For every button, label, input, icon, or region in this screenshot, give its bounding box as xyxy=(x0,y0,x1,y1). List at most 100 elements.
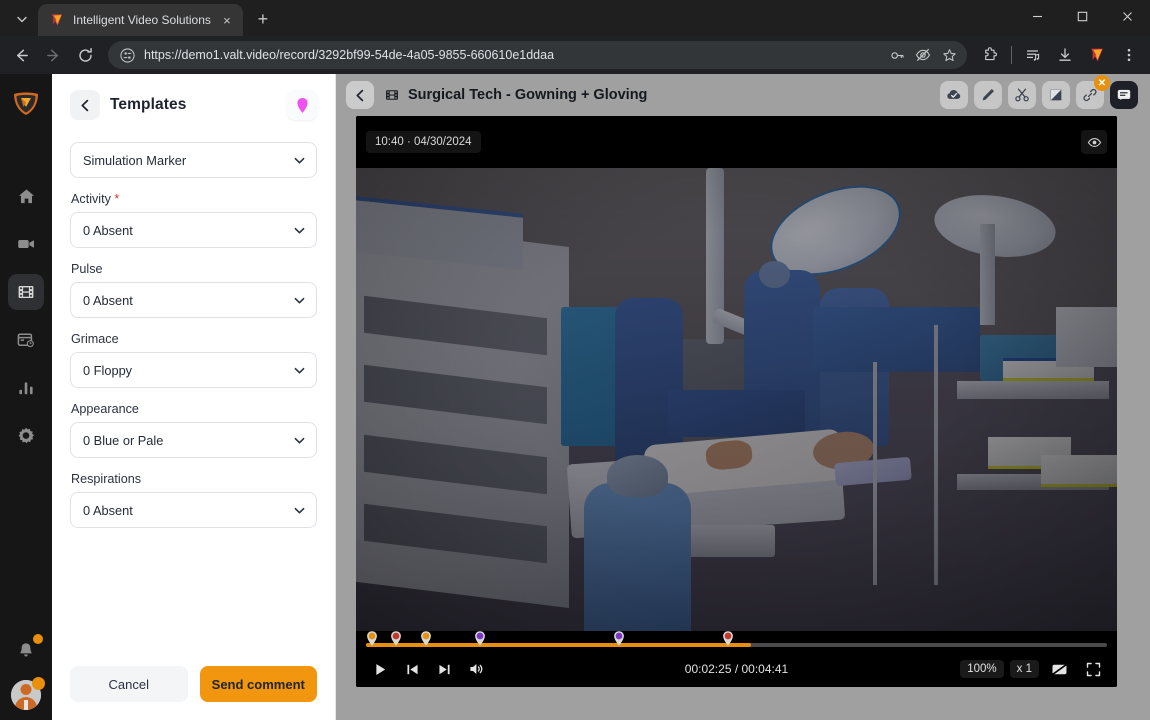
playback-speed[interactable]: x 1 xyxy=(1009,660,1039,678)
timeline-marker-pin[interactable] xyxy=(721,630,736,650)
controls-right: 100% x 1 xyxy=(960,657,1107,681)
reading-list-icon[interactable] xyxy=(1018,40,1048,70)
maximize-button[interactable] xyxy=(1060,0,1105,32)
scissors-icon[interactable] xyxy=(1008,81,1036,109)
zoom-level[interactable]: 100% xyxy=(960,660,1004,678)
sidebar-item-scheduling[interactable] xyxy=(8,322,44,358)
chevron-down-icon xyxy=(293,434,306,447)
sidebar-item-analytics[interactable] xyxy=(8,370,44,406)
fullscreen-icon[interactable] xyxy=(1079,657,1107,681)
three-dot-menu-icon[interactable] xyxy=(1114,40,1144,70)
recording-title: Surgical Tech - Gowning + Gloving xyxy=(384,87,647,103)
viewer-back-button[interactable] xyxy=(346,81,374,109)
field-select-grimace[interactable]: 0 Floppy xyxy=(70,352,317,388)
send-comment-button[interactable]: Send comment xyxy=(199,666,317,702)
eye-slash-icon[interactable] xyxy=(911,43,935,67)
forward-arrow-icon[interactable] xyxy=(38,40,68,70)
volume-icon xyxy=(470,664,483,674)
link-status-badge: ✕ xyxy=(1094,75,1110,91)
browser-window: Intelligent Video Solutions × + https://… xyxy=(0,0,1150,720)
pen-icon[interactable] xyxy=(974,81,1002,109)
map-pin-marker-icon[interactable] xyxy=(287,90,317,120)
flag-tag-icon[interactable] xyxy=(1042,81,1070,109)
downloads-icon[interactable] xyxy=(1050,40,1080,70)
new-tab-button[interactable]: + xyxy=(249,5,277,33)
field-select-respirations[interactable]: 0 Absent xyxy=(70,492,317,528)
next-marker-button[interactable] xyxy=(430,657,458,681)
play-icon xyxy=(375,663,385,675)
sidebar-item-settings[interactable] xyxy=(8,418,44,454)
reload-icon[interactable] xyxy=(70,40,100,70)
timeline-marker-pin[interactable] xyxy=(473,630,488,650)
sidebar-item-live[interactable] xyxy=(8,226,44,262)
player-wrapper: 10:40 · 04/30/2024 00:02:25 / 00:04:41 1… xyxy=(336,116,1150,720)
home-icon xyxy=(18,188,34,203)
play-button[interactable] xyxy=(366,657,394,681)
sidebar-item-recordings[interactable] xyxy=(8,274,44,310)
template-select[interactable]: Simulation Marker xyxy=(70,142,317,178)
skip-next-icon xyxy=(438,664,450,674)
browser-tab[interactable]: Intelligent Video Solutions × xyxy=(38,4,243,36)
recording-title-text: Surgical Tech - Gowning + Gloving xyxy=(408,87,648,103)
field-value-activity: 0 Absent xyxy=(83,222,133,238)
timeline[interactable] xyxy=(356,631,1117,651)
link-icon[interactable]: ✕ xyxy=(1076,75,1110,109)
chevron-down-icon xyxy=(293,154,306,167)
bookmark-star-icon[interactable] xyxy=(937,43,961,67)
omnibox[interactable]: https://demo1.valt.video/record/3292bf99… xyxy=(108,41,967,69)
tab-title: Intelligent Video Solutions xyxy=(73,13,211,27)
profile-logo-icon[interactable] xyxy=(1082,40,1112,70)
chevron-down-icon xyxy=(293,504,306,517)
scene-vignette xyxy=(356,168,1117,631)
back-arrow-icon[interactable] xyxy=(6,40,36,70)
skip-previous-icon xyxy=(406,664,418,674)
volume-button[interactable] xyxy=(462,657,490,681)
field-select-activity[interactable]: 0 Absent xyxy=(70,212,317,248)
previous-marker-button[interactable] xyxy=(398,657,426,681)
gear-icon xyxy=(18,427,34,444)
templates-panel: Templates Simulation Marker Activity * 0… xyxy=(52,74,336,720)
eye-icon[interactable] xyxy=(1081,130,1107,154)
extensions-puzzle-icon[interactable] xyxy=(975,40,1005,70)
video-player: 10:40 · 04/30/2024 00:02:25 / 00:04:41 1… xyxy=(356,116,1117,687)
app-sidebar xyxy=(0,74,52,720)
field-label-grimace: Grimace xyxy=(71,332,119,346)
comment-icon[interactable] xyxy=(1110,81,1138,109)
close-icon[interactable]: × xyxy=(219,12,235,28)
field-value-pulse: 0 Absent xyxy=(83,292,133,308)
cancel-button[interactable]: Cancel xyxy=(70,666,188,702)
video-timestamp: 10:40 · 04/30/2024 xyxy=(366,131,481,153)
page-content: Templates Simulation Marker Activity * 0… xyxy=(0,74,1150,720)
browser-toolbar: https://demo1.valt.video/record/3292bf99… xyxy=(0,36,1150,74)
calendar-clock-icon xyxy=(17,333,34,348)
timeline-marker-pin[interactable] xyxy=(419,630,434,650)
avatar[interactable] xyxy=(11,677,45,710)
ivs-logo-icon xyxy=(49,12,65,28)
address-bar-url[interactable]: https://demo1.valt.video/record/3292bf99… xyxy=(144,48,877,62)
field-label-respirations: Respirations xyxy=(71,472,141,486)
field-select-pulse[interactable]: 0 Absent xyxy=(70,282,317,318)
minimize-button[interactable] xyxy=(1015,0,1060,32)
chevron-left-icon xyxy=(80,99,88,111)
password-key-icon[interactable] xyxy=(885,43,909,67)
bell-icon xyxy=(20,643,32,657)
video-frame[interactable] xyxy=(356,168,1117,631)
field-label-activity: Activity * xyxy=(71,192,120,206)
sidebar-item-home[interactable] xyxy=(8,178,44,214)
required-asterisk: * xyxy=(114,192,120,206)
field-select-appearance[interactable]: 0 Blue or Pale xyxy=(70,422,317,458)
tab-search-button[interactable] xyxy=(8,6,36,32)
timeline-marker-pin[interactable] xyxy=(611,630,626,650)
close-window-button[interactable] xyxy=(1105,0,1150,32)
timeline-marker-pin[interactable] xyxy=(389,630,404,650)
panel-back-button[interactable] xyxy=(70,90,100,120)
timeline-marker-pin[interactable] xyxy=(365,630,380,650)
sidebar-item-notifications[interactable] xyxy=(8,632,44,668)
captions-off-icon[interactable] xyxy=(1045,657,1073,681)
cloud-check-icon[interactable] xyxy=(940,81,968,109)
site-settings-icon[interactable] xyxy=(118,46,136,64)
viewer-header: Surgical Tech - Gowning + Gloving ✕ xyxy=(336,74,1150,116)
tab-strip: Intelligent Video Solutions × + xyxy=(0,0,1150,36)
valt-shield-logo[interactable] xyxy=(9,86,43,120)
page-title: Templates xyxy=(110,96,187,113)
